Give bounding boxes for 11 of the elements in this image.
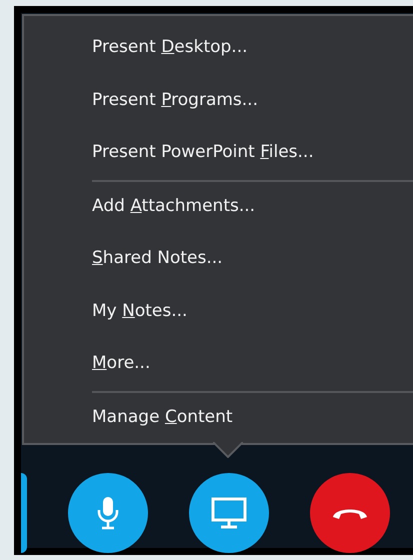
- monitor-icon: [211, 497, 247, 529]
- menu-item[interactable]: Add Attachments...: [24, 180, 413, 232]
- menu-item[interactable]: Present PowerPoint Files...: [24, 126, 413, 178]
- menu-item[interactable]: More...: [24, 337, 413, 390]
- menu-item[interactable]: Shared Notes...: [24, 232, 413, 284]
- menu-item[interactable]: Present Desktop...: [24, 21, 413, 74]
- menu-item[interactable]: My Notes...: [24, 284, 413, 337]
- microphone-icon: [97, 496, 119, 530]
- menu-item[interactable]: Present Programs...: [24, 74, 413, 126]
- call-button[interactable]: [21, 473, 27, 553]
- menu-item[interactable]: Manage Content: [24, 390, 413, 443]
